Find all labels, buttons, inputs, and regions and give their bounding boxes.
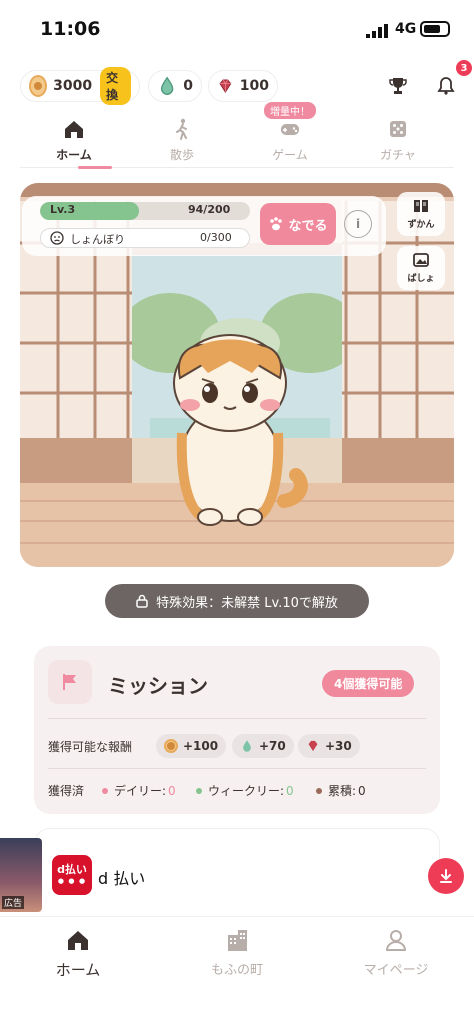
home-icon [65,121,83,138]
mood-label: しょんぼり [70,233,125,246]
total-dot [316,787,322,794]
download-icon [440,869,452,883]
lock-icon [136,594,148,608]
notification-badge: 3 [456,60,472,76]
dice-icon [390,121,406,137]
encyclopedia-button[interactable]: ずかん [397,192,445,236]
book-icon [414,200,428,212]
gem-icon [308,740,318,752]
encyclopedia-label: ずかん [407,220,435,230]
nav-home[interactable]: ホーム [18,927,138,980]
bottom-nav: ホーム もふの町 マイページ [0,916,474,1024]
mission-title: ミッション [108,674,208,698]
paw-icon [270,217,283,231]
reward-gem: +30 [298,734,360,758]
info-button[interactable]: i [344,210,372,238]
tab-walk[interactable]: 散歩 [142,118,222,163]
mission-available-badge[interactable]: 4個獲得可能 [322,670,415,697]
special-effect-pill: 特殊効果：未解禁 Lv.10で解放 [105,584,369,618]
nav-mypage[interactable]: マイページ [336,927,456,978]
coin-icon [29,75,48,97]
gamepad-icon [281,124,299,135]
divider [48,768,426,769]
drop-icon [243,740,251,752]
network-type: 4G [395,21,417,37]
daily-dot [102,787,108,794]
tab-indicator [78,166,112,169]
picture-icon [413,253,429,267]
top-tabs: ホーム 散歩 ゲーム ガチャ [20,110,454,169]
event-tag: 増量中！ [264,102,316,119]
gem-balance[interactable]: 100 [208,70,278,102]
walk-icon [176,118,187,140]
trophy-icon[interactable] [386,74,410,98]
tab-home[interactable]: ホーム [34,118,114,163]
info-icon: i [355,217,361,231]
clock: 11:06 [40,18,101,40]
reward-drop: +70 [232,734,294,758]
reward-value: +100 [183,739,219,753]
nav-label: マイページ [363,963,429,978]
earned-label: 獲得済 [48,784,85,798]
tab-label: ホーム [56,148,92,162]
gem-icon [219,79,232,93]
weekly-dot [196,787,202,794]
bell-icon[interactable] [434,74,458,98]
earned-daily-value: 0 [168,783,176,798]
earned-total-label: 累積: [328,784,357,798]
rewards-label: 獲得可能な報酬 [48,740,133,754]
nav-town[interactable]: もふの町 [177,927,297,978]
earned-weekly-value: 0 [286,783,294,798]
ad-app-name[interactable]: d 払い [98,865,145,889]
next-card-edge [34,828,440,858]
status-bar: 11:06 4G [0,0,474,60]
coin-icon [164,739,178,753]
location-button[interactable]: ばしょ [397,246,445,290]
mood-value: 0/300 [200,231,232,244]
earned-total-value: 0 [358,783,366,798]
pet-button[interactable]: なでる [260,203,336,245]
pet-button-label: なでる [288,218,328,234]
building-icon [228,930,247,951]
tab-label: ゲーム [272,148,308,162]
dpay-logo[interactable]: d払い ● ● ● [52,855,92,895]
tab-gacha[interactable]: ガチャ [358,118,438,163]
sad-face-icon [50,231,64,245]
earned-weekly: ウィークリー: 0 [196,782,294,799]
coin-balance[interactable]: 3000 交換 [20,67,140,105]
exp-value: 94/200 [188,203,231,216]
coin-amount: 3000 [53,78,93,94]
location-label: ばしょ [407,274,435,284]
reward-value: +30 [325,739,352,753]
tab-game[interactable]: ゲーム [250,118,330,163]
dpay-logo-text: d払い [57,863,87,876]
earned-weekly-label: ウィークリー: [208,784,285,798]
drop-amount: 0 [183,78,193,94]
home-icon [68,931,88,950]
tab-label: 散歩 [169,148,194,162]
divider [48,718,426,719]
ad-tag: 広告 [2,896,25,909]
gem-amount: 100 [239,78,269,94]
tab-label: ガチャ [380,148,416,162]
download-button[interactable] [428,858,464,894]
battery-icon [420,21,450,37]
reward-value: +70 [259,739,286,753]
earned-daily-label: デイリー: [114,784,167,798]
drop-balance[interactable]: 0 [148,70,202,102]
exchange-button[interactable]: 交換 [100,67,131,105]
person-icon [385,930,407,951]
nav-label: もふの町 [210,963,263,978]
dpay-dots: ● ● ● [57,877,87,885]
special-effect-text: 特殊効果：未解禁 Lv.10で解放 [156,595,338,611]
nav-label: ホーム [55,961,101,979]
earned-daily: デイリー: 0 [102,782,176,799]
flag-icon [48,660,92,704]
level-label: Lv.3 [50,203,76,216]
drop-icon [160,76,174,95]
earned-total: 累積: 0 [316,782,366,799]
signal-icon [366,24,388,38]
reward-coin: +100 [156,734,227,758]
